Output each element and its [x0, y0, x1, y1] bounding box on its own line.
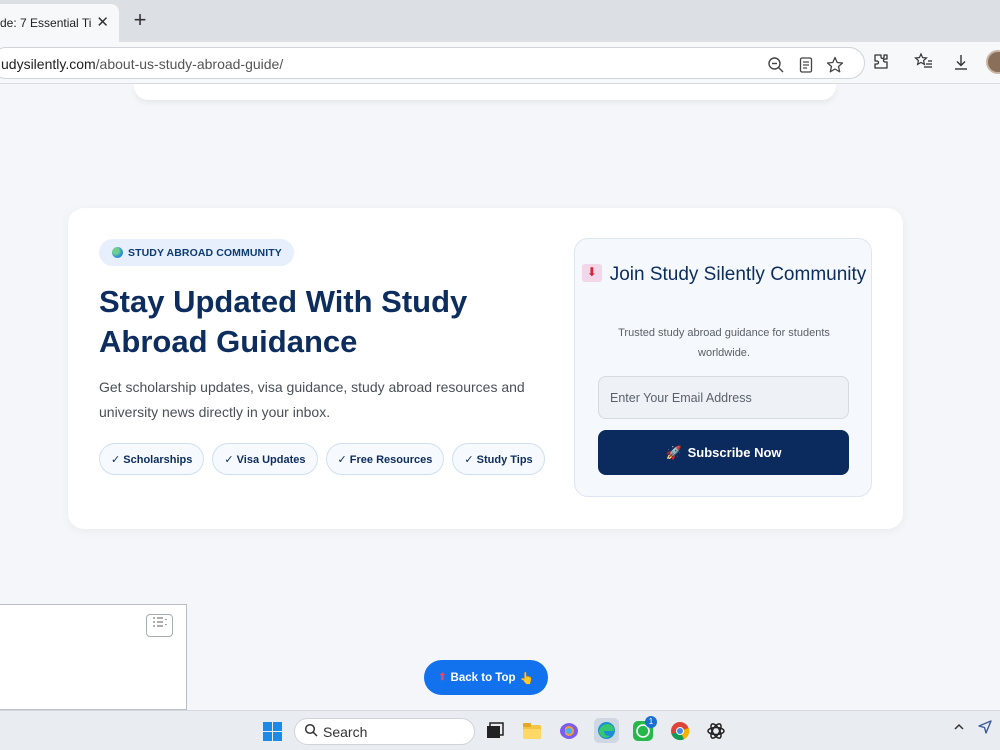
community-badge: STUDY ABROAD COMMUNITY — [99, 239, 294, 266]
close-icon[interactable]: ✕ — [96, 13, 109, 31]
subscribe-button[interactable]: 🚀 Subscribe Now — [598, 430, 849, 475]
browser-tab[interactable]: de: 7 Essential Tip ✕ — [0, 4, 119, 42]
favorites-list-icon[interactable] — [913, 52, 935, 74]
tab-title: de: 7 Essential Tip — [0, 16, 92, 30]
previous-card-bottom — [134, 84, 836, 100]
chip-scholarships: ✓ Scholarships — [99, 443, 205, 475]
badge-label: STUDY ABROAD COMMUNITY — [128, 246, 282, 259]
chrome-icon[interactable] — [669, 720, 691, 742]
rocket-icon: 🚀 — [665, 444, 682, 460]
hero-description: Get scholarship updates, visa guidance, … — [99, 379, 525, 420]
edge-browser-icon[interactable] — [594, 718, 619, 743]
chip-visa-updates: ✓ Visa Updates — [212, 443, 318, 475]
subscribe-box: Join Study Silently Community Trusted st… — [574, 238, 872, 497]
back-to-top-button[interactable]: ⬆ Back to Top 👆 — [424, 660, 548, 695]
task-view-icon[interactable] — [484, 720, 506, 742]
page-title: Stay Updated With Study Abroad Guidance — [99, 284, 468, 359]
windows-start-icon[interactable] — [263, 722, 282, 741]
favorite-star-icon[interactable] — [826, 56, 844, 74]
search-icon — [304, 723, 318, 740]
zoom-out-icon[interactable] — [767, 56, 785, 74]
reader-mode-icon[interactable] — [797, 56, 815, 74]
back-to-top-label: Back to Top — [450, 671, 516, 684]
browser-tab-bar: de: 7 Essential Tip ✕ + — [0, 0, 1000, 42]
search-placeholder: Search — [323, 724, 368, 740]
subscribe-button-label: Subscribe Now — [687, 445, 782, 460]
toc-toggle-button[interactable] — [146, 614, 173, 637]
extensions-icon[interactable] — [870, 52, 892, 74]
taskbar-search[interactable]: Search — [294, 718, 475, 745]
email-field[interactable] — [598, 376, 849, 419]
inbox-download-icon — [581, 260, 602, 285]
pointing-up-icon: 👆 — [519, 672, 534, 685]
file-explorer-icon[interactable] — [521, 720, 543, 742]
url-text: udysilently.com/about-us-study-abroad-gu… — [1, 56, 283, 72]
table-of-contents-widget — [0, 604, 187, 710]
subscribe-title: Join Study Silently Community — [575, 260, 873, 287]
url-path: /about-us-study-abroad-guide/ — [95, 56, 284, 72]
subscribe-title-text: Join Study Silently Community — [609, 264, 867, 285]
download-icon[interactable] — [950, 52, 972, 74]
chip-free-resources: ✓ Free Resources — [325, 443, 445, 475]
windows-taskbar: Search 1 — [0, 710, 1000, 750]
copilot-icon[interactable] — [558, 720, 580, 742]
address-bar: udysilently.com/about-us-study-abroad-gu… — [0, 42, 1000, 84]
topic-chips: ✓ Scholarships ✓ Visa Updates ✓ Free Res… — [99, 443, 545, 475]
whatsapp-notification-badge: 1 — [645, 716, 657, 728]
url-domain: udysilently.com — [1, 56, 96, 72]
new-tab-button[interactable]: + — [128, 8, 152, 32]
newsletter-card: STUDY ABROAD COMMUNITY Stay Updated With… — [68, 208, 903, 529]
location-arrow-icon[interactable] — [978, 720, 992, 737]
chatgpt-icon[interactable] — [705, 720, 727, 742]
url-field[interactable]: udysilently.com/about-us-study-abroad-gu… — [0, 47, 865, 79]
globe-icon — [112, 247, 123, 258]
arrow-up-icon: ⬆ — [438, 672, 447, 683]
list-icon — [152, 617, 167, 627]
chevron-up-icon[interactable] — [953, 720, 965, 736]
chip-study-tips: ✓ Study Tips — [452, 443, 545, 475]
subscribe-description: Trusted study abroad guidance for studen… — [618, 327, 830, 359]
